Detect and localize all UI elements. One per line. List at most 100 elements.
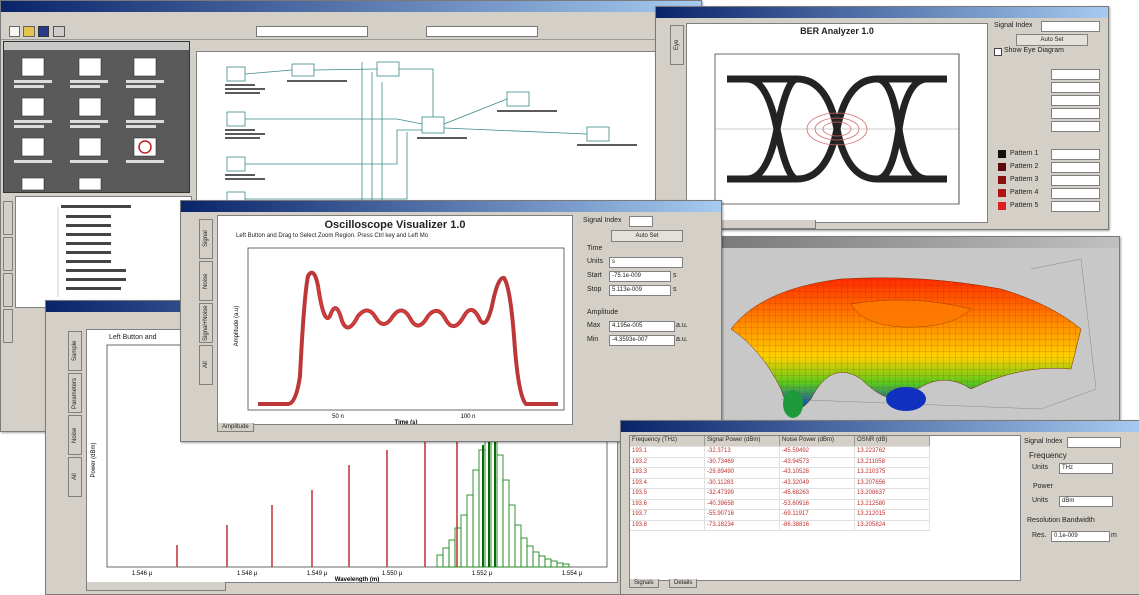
- osc-start-field[interactable]: -75.1e-009: [609, 271, 671, 282]
- schematic-canvas[interactable]: [196, 51, 668, 213]
- tab-parameters[interactable]: Parameters: [68, 373, 82, 413]
- laser-block[interactable]: [226, 111, 246, 127]
- source-block[interactable]: [291, 63, 315, 77]
- tree-tab[interactable]: [3, 273, 13, 307]
- osa-xtick: 1.552 µ: [472, 571, 493, 577]
- cell-noise-power: -45.59492: [780, 447, 855, 457]
- open-file-icon[interactable]: [23, 26, 35, 37]
- osc-xtick: 50 n: [332, 414, 344, 420]
- component-icon[interactable]: [78, 137, 102, 157]
- col-header-signal-power[interactable]: Signal Power (dBm): [705, 436, 780, 446]
- osa-xtick: 1.554 µ: [562, 571, 583, 577]
- cell-signal-power: -40.39658: [705, 499, 780, 509]
- amplifier-block[interactable]: [506, 91, 530, 107]
- menu-bar: [1, 13, 701, 22]
- osa-xtick: 1.546 µ: [132, 571, 153, 577]
- table-row[interactable]: 193.3 -29.89490 -43.10528 13.210375: [630, 468, 930, 479]
- cell-signal-power: -55.90716: [705, 510, 780, 520]
- table-row[interactable]: 193.4 -30.11283 -43.32049 13.207656: [630, 478, 930, 489]
- tab-signals[interactable]: Signals: [629, 579, 659, 588]
- pattern-label: Pattern 1: [1010, 150, 1039, 157]
- save-icon[interactable]: [38, 26, 49, 37]
- component-icon[interactable]: [21, 97, 45, 117]
- tab-signal-noise[interactable]: Signal+Noise: [199, 303, 213, 343]
- cell-signal-power: -29.89490: [705, 468, 780, 478]
- table-row[interactable]: 193.1 -32.3713 -45.59492 13.223762: [630, 447, 930, 458]
- ber-plot-pane: BER Analyzer 1.0: [686, 23, 988, 223]
- cell-noise-power: -43.94573: [780, 457, 855, 467]
- cell-signal-power: -32.3713: [705, 447, 780, 457]
- wdm-freq-units-select[interactable]: THz: [1059, 463, 1113, 474]
- component-icon[interactable]: [78, 177, 102, 191]
- tab-all[interactable]: All: [68, 457, 82, 497]
- 3d-surface-plot: [730, 258, 1097, 418]
- ber-signal-index-field[interactable]: [1041, 21, 1100, 32]
- oscilloscope-bottom-tab[interactable]: Amplitude: [217, 423, 254, 432]
- osc-max-field[interactable]: 4.195e-005: [609, 321, 675, 332]
- component-icon[interactable]: [21, 137, 45, 157]
- col-header-frequency[interactable]: Frequency (THz): [630, 436, 705, 446]
- tree-tab[interactable]: [3, 237, 13, 271]
- wdm-power-units-select[interactable]: dBm: [1059, 496, 1113, 507]
- ber-signal-index-label: Signal Index: [994, 22, 1033, 29]
- component-icon[interactable]: [21, 177, 45, 191]
- component-icon[interactable]: [133, 57, 157, 77]
- tab-eye[interactable]: Eye: [670, 25, 684, 65]
- layout-dropdown-2[interactable]: [426, 26, 538, 37]
- show-eye-checkbox[interactable]: [994, 48, 1002, 56]
- laser-block[interactable]: [226, 66, 246, 82]
- tree-tab[interactable]: [3, 201, 13, 235]
- wdm-table: Frequency (THz) Signal Power (dBm) Noise…: [630, 436, 930, 531]
- ber-auto-set-button[interactable]: Auto Set: [1016, 34, 1088, 46]
- pattern-label: Pattern 3: [1010, 176, 1039, 183]
- component-icon[interactable]: [78, 57, 102, 77]
- table-row[interactable]: 193.5 -32.47399 -45.68263 13.208637: [630, 489, 930, 500]
- surface-titlebar: [721, 237, 1119, 248]
- tab-sample[interactable]: Sample: [68, 331, 82, 371]
- wdm-res-label: Res.: [1032, 532, 1047, 539]
- osc-signal-index-field[interactable]: [629, 216, 653, 227]
- component-icon[interactable]: [78, 97, 102, 117]
- osc-auto-set-button[interactable]: Auto Set: [611, 230, 683, 242]
- table-row[interactable]: 193.8 -73.18234 -86.38816 13.205824: [630, 520, 930, 531]
- osc-units-select[interactable]: s: [609, 257, 683, 268]
- project-tree: [57, 205, 131, 297]
- mux-block[interactable]: [376, 61, 400, 77]
- fiber-block[interactable]: [421, 116, 445, 134]
- wdm-power-group: Power: [1033, 483, 1053, 490]
- wdm-res-field[interactable]: 0.1e-009: [1051, 531, 1110, 542]
- component-icon[interactable]: [21, 57, 45, 77]
- 3d-surface-window: [720, 236, 1120, 428]
- wdm-signal-index-field[interactable]: [1067, 437, 1121, 448]
- osa-xlabel: Wavelength (m): [335, 577, 379, 582]
- osa-side-tabs: Sample Parameters Noise All: [68, 331, 82, 499]
- layout-dropdown[interactable]: [256, 26, 368, 37]
- table-row[interactable]: 193.6 -40.39658 -53.60916 13.212580: [630, 499, 930, 510]
- new-file-icon[interactable]: [9, 26, 20, 37]
- tab-details[interactable]: Details: [669, 579, 698, 588]
- demux-block[interactable]: [586, 126, 610, 142]
- col-header-noise-power[interactable]: Noise Power (dBm): [780, 436, 855, 446]
- tab-signal[interactable]: Signal: [199, 219, 213, 259]
- cell-noise-power: -43.32049: [780, 478, 855, 488]
- tab-all[interactable]: All: [199, 345, 213, 385]
- col-header-osnr[interactable]: OSNR (dB): [855, 436, 930, 446]
- component-icon[interactable]: [133, 97, 157, 117]
- table-row[interactable]: 193.2 -30.73469 -43.94573 13.211058: [630, 457, 930, 468]
- tab-noise[interactable]: Noise: [68, 415, 82, 455]
- tree-tab[interactable]: [3, 309, 13, 343]
- osa-ylabel: Power (dBm): [91, 442, 97, 477]
- wdm-frequency-group: Frequency: [1029, 451, 1067, 460]
- wdm-signal-index-label: Signal Index: [1024, 438, 1063, 445]
- print-icon[interactable]: [53, 26, 65, 37]
- wdm-res-unit: m: [1111, 532, 1117, 539]
- cell-noise-power: -43.10528: [780, 468, 855, 478]
- table-row[interactable]: 193.7 -55.90716 -69.11917 13.212015: [630, 510, 930, 521]
- cell-signal-power: -30.11283: [705, 478, 780, 488]
- osa-bottom-tabs[interactable]: [86, 582, 226, 591]
- tab-noise[interactable]: Noise: [199, 261, 213, 301]
- pattern-value: [1051, 175, 1100, 186]
- osc-stop-field[interactable]: 5.113e-009: [609, 285, 671, 296]
- osc-min-field[interactable]: -4.3593e-007: [609, 335, 675, 346]
- laser-block[interactable]: [226, 156, 246, 172]
